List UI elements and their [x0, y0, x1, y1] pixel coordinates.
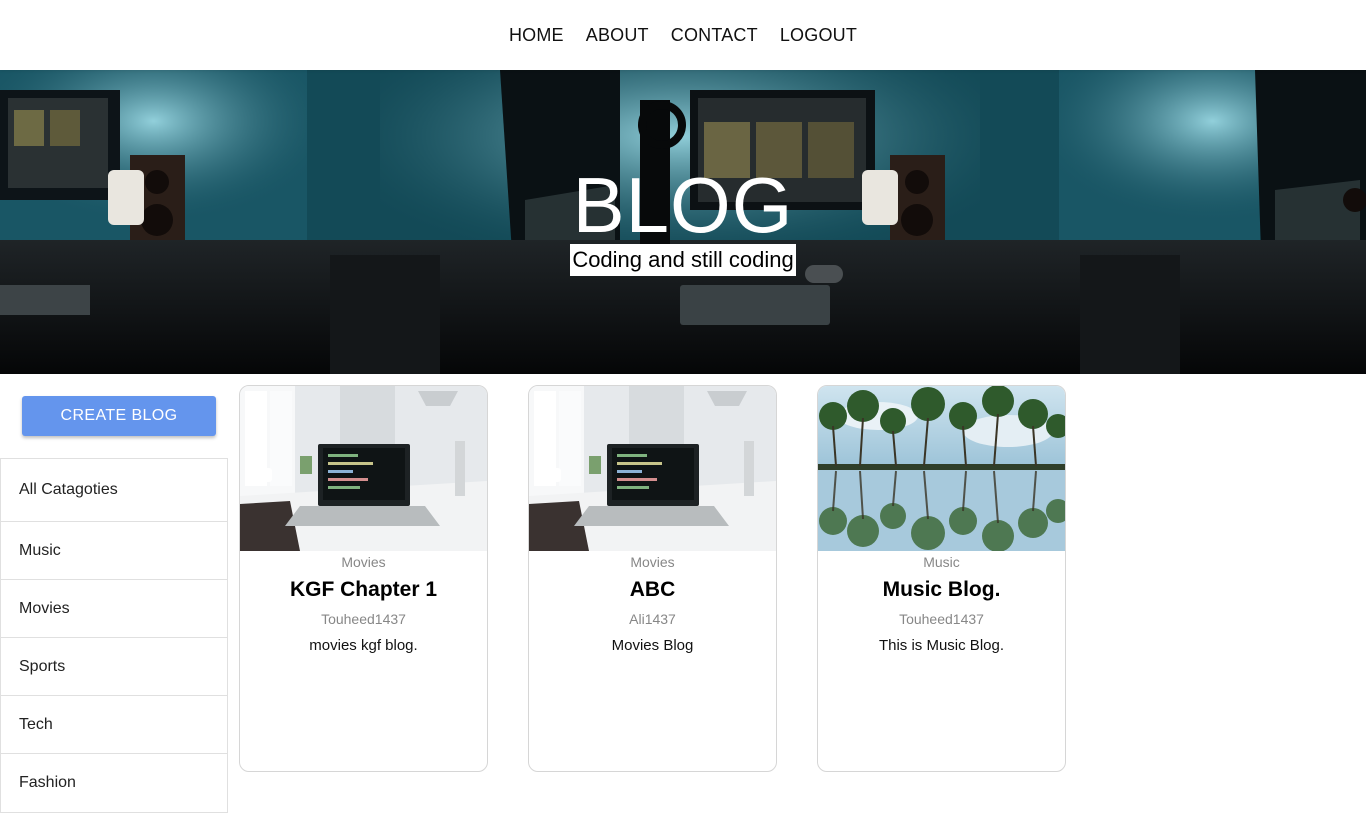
- top-navbar: HOME ABOUT CONTACT LOGOUT: [0, 0, 1366, 70]
- post-title[interactable]: KGF Chapter 1: [240, 578, 487, 602]
- category-list: All Catagoties Music Movies Sports Tech …: [0, 458, 228, 813]
- banner-subtitle: Coding and still coding: [570, 244, 796, 276]
- post-card[interactable]: Music Music Blog. Touheed1437 This is Mu…: [817, 385, 1066, 772]
- nav-contact-link[interactable]: CONTACT: [671, 25, 758, 46]
- post-image-laptop-desk: [240, 386, 487, 551]
- post-image-palm-trees: [818, 386, 1065, 551]
- post-description: Movies Blog: [611, 637, 694, 654]
- post-title[interactable]: Music Blog.: [818, 578, 1065, 602]
- post-author: Touheed1437: [321, 611, 406, 627]
- banner-title: BLOG: [572, 161, 794, 249]
- post-author: Touheed1437: [899, 611, 984, 627]
- category-item-all[interactable]: All Catagoties: [1, 459, 227, 522]
- post-title[interactable]: ABC: [529, 578, 776, 602]
- nav-logout-link[interactable]: LOGOUT: [780, 25, 857, 46]
- category-item-tech[interactable]: Tech: [1, 696, 227, 754]
- post-description: This is Music Blog.: [878, 637, 1005, 654]
- post-author: Ali1437: [629, 611, 676, 627]
- category-item-movies[interactable]: Movies: [1, 580, 227, 638]
- category-item-music[interactable]: Music: [1, 522, 227, 580]
- hero-banner: BLOG Coding and still coding: [0, 70, 1366, 374]
- post-card[interactable]: Movies KGF Chapter 1 Touheed1437 movies …: [239, 385, 488, 772]
- post-category: Movies: [341, 554, 386, 570]
- post-card[interactable]: Movies ABC Ali1437 Movies Blog: [528, 385, 777, 772]
- nav-home-link[interactable]: HOME: [509, 25, 564, 46]
- post-category: Music: [923, 554, 960, 570]
- category-item-fashion[interactable]: Fashion: [1, 754, 227, 812]
- nav-about-link[interactable]: ABOUT: [586, 25, 649, 46]
- category-item-sports[interactable]: Sports: [1, 638, 227, 696]
- post-description: movies kgf blog.: [309, 637, 418, 654]
- post-category: Movies: [630, 554, 675, 570]
- create-blog-button[interactable]: CREATE BLOG: [22, 396, 216, 436]
- post-image-laptop-desk: [529, 386, 776, 551]
